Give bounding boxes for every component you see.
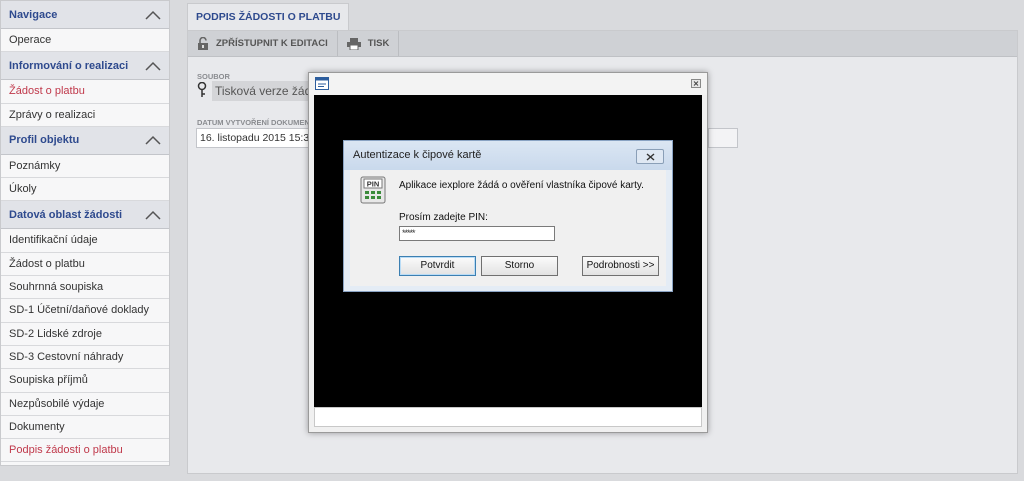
sidebar-item-zpravy-o-realizaci[interactable]: Zprávy o realizaci: [1, 103, 169, 127]
close-icon[interactable]: [691, 79, 701, 88]
sidebar-item-ukoly[interactable]: Úkoly: [1, 178, 169, 202]
printer-icon: [346, 37, 361, 50]
sidebar-item-sd1[interactable]: SD-1 Účetní/daňové doklady: [1, 299, 169, 323]
dialog-message: Aplikace iexplore žádá o ověření vlastní…: [399, 180, 644, 191]
window-icon: [315, 77, 329, 90]
sidebar: Navigace Operace Informování o realizaci…: [0, 0, 170, 466]
print-button[interactable]: TISK: [338, 31, 400, 56]
unlock-icon: [198, 37, 208, 50]
toolbar: ZPŘÍSTUPNIT K EDITACI TISK: [188, 31, 1017, 57]
chevron-up-icon[interactable]: [145, 10, 161, 20]
unlock-edit-label: ZPŘÍSTUPNIT K EDITACI: [216, 38, 328, 49]
key-icon: [197, 82, 207, 97]
pin-dialog: Autentizace k čipové kartě PIN Aplikace …: [343, 140, 673, 292]
print-label: TISK: [367, 38, 390, 49]
chevron-up-icon[interactable]: [145, 135, 161, 145]
chevron-up-icon[interactable]: [145, 61, 161, 71]
dialog-body: PIN Aplikace iexplore žádá o ověření vla…: [350, 170, 666, 286]
popup-titlebar: [309, 73, 707, 95]
sidebar-item-dokumenty[interactable]: Dokumenty: [1, 415, 169, 440]
sidebar-item-nezpusobile-vydaje[interactable]: Nezpůsobilé výdaje: [1, 392, 169, 416]
sidebar-item-podpis-zadosti[interactable]: Podpis žádosti o platbu: [1, 439, 169, 463]
sidebar-item-poznamky[interactable]: Poznámky: [1, 154, 169, 179]
sidebar-section-informovani[interactable]: Informování o realizaci: [1, 52, 169, 81]
tab-podpis-zadosti[interactable]: PODPIS ŽÁDOSTI O PLATBU: [187, 3, 350, 31]
sidebar-item-sd2[interactable]: SD-2 Lidské zdroje: [1, 322, 169, 346]
sidebar-item-souhrnna-soupiska[interactable]: Souhrnná soupiska: [1, 276, 169, 300]
sidebar-section-title: Navigace: [9, 8, 58, 21]
dialog-close-button[interactable]: [636, 149, 664, 164]
close-icon: [646, 152, 654, 161]
sidebar-section-title: Datová oblast žádosti: [9, 208, 123, 221]
sidebar-section-datova-oblast[interactable]: Datová oblast žádosti: [1, 201, 169, 230]
sidebar-item-identifikacni-udaje[interactable]: Identifikační údaje: [1, 229, 169, 253]
sidebar-section-title: Profil objektu: [9, 134, 80, 147]
sidebar-item-soupiska-prijmu[interactable]: Soupiska příjmů: [1, 369, 169, 393]
sidebar-section-profil-objektu[interactable]: Profil objektu: [1, 126, 169, 155]
empty-field: [708, 128, 738, 148]
dialog-title: Autentizace k čipové kartě: [344, 141, 672, 170]
pin-icon-text: PIN: [367, 180, 380, 189]
date-label: DATUM VYTVOŘENÍ DOKUMENTU: [197, 118, 320, 127]
sidebar-item-zadost-o-platbu[interactable]: Žádost o platbu: [1, 80, 169, 104]
sidebar-section-navigace[interactable]: Navigace: [1, 1, 169, 29]
chevron-up-icon[interactable]: [145, 210, 161, 220]
file-link[interactable]: Tisková verze žádo: [212, 81, 315, 101]
smartcard-pin-icon: PIN: [360, 176, 386, 204]
details-button[interactable]: Podrobnosti >>: [582, 256, 659, 276]
unlock-edit-button[interactable]: ZPŘÍSTUPNIT K EDITACI: [188, 31, 338, 56]
file-label: SOUBOR: [197, 72, 230, 81]
sidebar-item-sd3[interactable]: SD-3 Cestovní náhrady: [1, 345, 169, 370]
sidebar-section-title: Informování o realizaci: [9, 59, 129, 72]
sidebar-item-zadost-o-platbu-2[interactable]: Žádost o platbu: [1, 252, 169, 277]
pin-prompt: Prosím zadejte PIN:: [399, 212, 488, 223]
pin-input[interactable]: *****: [399, 226, 555, 241]
popup-status-bar: [314, 407, 702, 427]
sidebar-item-operace[interactable]: Operace: [1, 29, 169, 53]
cancel-button[interactable]: Storno: [481, 256, 558, 276]
confirm-button[interactable]: Potvrdit: [399, 256, 476, 276]
